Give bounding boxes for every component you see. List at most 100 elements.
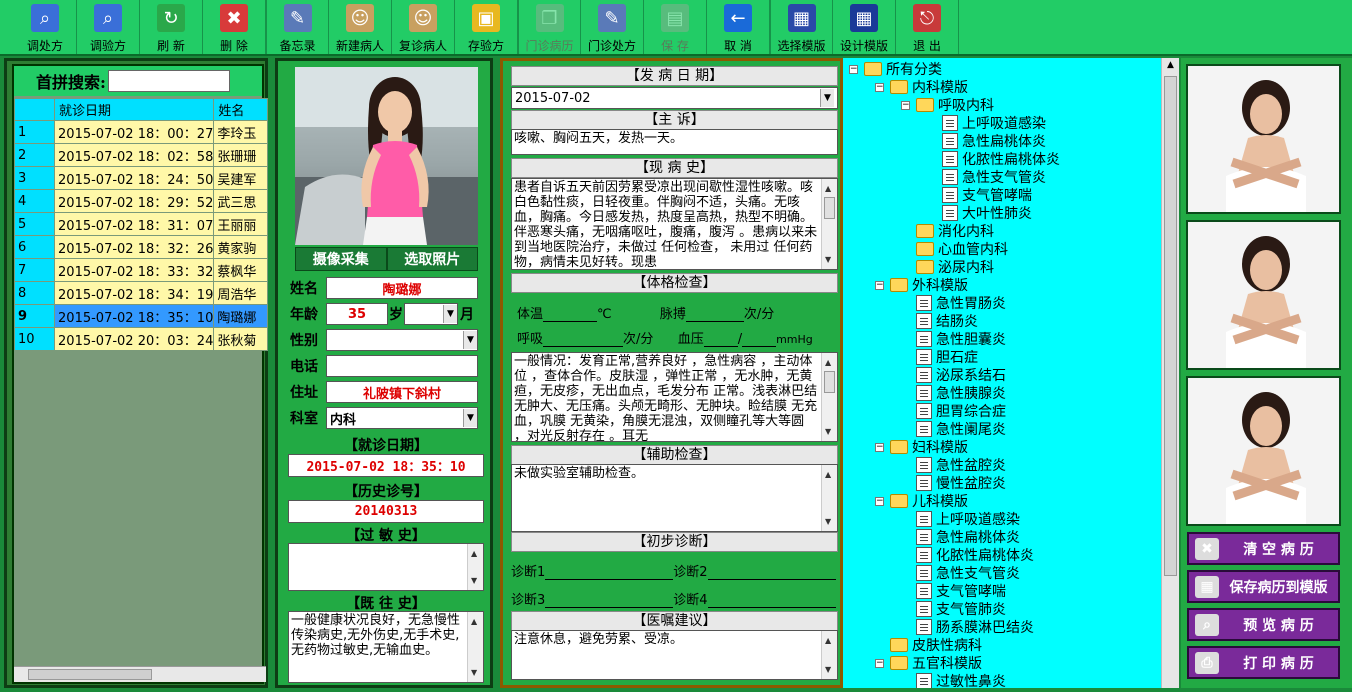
tree-node[interactable]: 急性胆囊炎 bbox=[901, 330, 1006, 348]
tree-node[interactable]: 急性阑尾炎 bbox=[901, 420, 1006, 438]
search-input[interactable] bbox=[107, 70, 230, 92]
tree-node[interactable]: − 外科模版 bbox=[875, 276, 968, 294]
action-button-2[interactable]: ⌕ 预 览 病 历 bbox=[1187, 608, 1340, 641]
vertical-scrollbar[interactable]: ▲ ▼ bbox=[821, 353, 837, 441]
diagnosis-1-field[interactable] bbox=[545, 568, 674, 580]
present-illness-textarea[interactable]: 患者自诉五天前因劳累受凉出现间歇性湿性咳嗽。咳白色黏性痰，日轻夜重。伴胸闷不适，… bbox=[511, 178, 838, 270]
vertical-scrollbar[interactable]: ▲ ▼ bbox=[821, 631, 837, 679]
collapse-icon[interactable]: − bbox=[875, 658, 884, 668]
tree-node[interactable]: 皮肤性病科 bbox=[875, 636, 982, 654]
collapse-icon[interactable]: − bbox=[901, 100, 910, 110]
physical-exam-textarea[interactable]: 一般情况：发育正常,营养良好 ，急性病容 ，主动体位 ，查体合作。皮肤湿 ，弹性… bbox=[511, 352, 838, 442]
tree-node[interactable]: 急性支气管炎 bbox=[927, 168, 1046, 186]
tree-node[interactable]: 支气管肺炎 bbox=[901, 600, 1006, 618]
vertical-scrollbar[interactable]: ▲ bbox=[1161, 58, 1179, 688]
toolbar-button-10[interactable]: ▤ 保 存 bbox=[644, 0, 707, 54]
dept-select[interactable]: 内科 ▼ bbox=[326, 407, 478, 429]
diagnosis-4-field[interactable] bbox=[707, 596, 836, 608]
tree-node[interactable]: − 五官科模版 bbox=[875, 654, 982, 672]
tree-node[interactable]: 急性盆腔炎 bbox=[901, 456, 1006, 474]
toolbar-button-11[interactable]: ← 取 消 bbox=[707, 0, 770, 54]
tree-node[interactable]: 急性胃肠炎 bbox=[901, 294, 1006, 312]
tree-node[interactable]: 过敏性鼻炎 bbox=[901, 672, 1006, 688]
toolbar-button-7[interactable]: ▣ 存验方 bbox=[455, 0, 518, 54]
tree-node[interactable]: 化脓性扁桃体炎 bbox=[901, 546, 1034, 564]
template-thumbnail[interactable] bbox=[1186, 220, 1341, 370]
tree-node[interactable]: 急性胰腺炎 bbox=[901, 384, 1006, 402]
tree-node[interactable]: 上呼吸道感染 bbox=[927, 114, 1046, 132]
past-history-textarea[interactable]: 一般健康状况良好，无急慢性传染病史,无外伤史,无手术史,无药物过敏史,无输血史。… bbox=[288, 611, 484, 683]
auxiliary-exam-textarea[interactable]: 未做实验室辅助检查。 ▲ ▼ bbox=[511, 464, 838, 532]
tree-node[interactable]: 急性扁桃体炎 bbox=[927, 132, 1046, 150]
temp-field[interactable] bbox=[543, 310, 598, 322]
tree-node[interactable]: 慢性盆腔炎 bbox=[901, 474, 1006, 492]
table-row[interactable]: 9 2015-07-02 18：35：10 陶璐娜 bbox=[13, 304, 268, 328]
tree-node[interactable]: 胆胃综合症 bbox=[901, 402, 1006, 420]
toolbar-button-3[interactable]: ✖ 删 除 bbox=[203, 0, 266, 54]
table-row[interactable]: 3 2015-07-02 18：24：50 吴建军 bbox=[13, 166, 268, 190]
col-name-header[interactable]: 姓名 bbox=[213, 98, 268, 121]
toolbar-button-14[interactable]: ⎋ 退 出 bbox=[896, 0, 959, 54]
collapse-icon[interactable]: − bbox=[875, 82, 884, 92]
table-row[interactable]: 7 2015-07-02 18：33：32 蔡枫华 bbox=[13, 258, 268, 282]
diagnosis-2-field[interactable] bbox=[707, 568, 836, 580]
table-row[interactable]: 10 2015-07-02 20：03：24 张秋菊 bbox=[13, 327, 268, 351]
vertical-scrollbar[interactable]: ▲ ▼ bbox=[821, 465, 837, 531]
toolbar-button-5[interactable]: ☺ 新建病人 bbox=[329, 0, 392, 54]
tree-node[interactable]: 泌尿系结石 bbox=[901, 366, 1006, 384]
toolbar-button-1[interactable]: ⌕ 调验方 bbox=[77, 0, 140, 54]
tree-node[interactable]: 大叶性肺炎 bbox=[927, 204, 1032, 222]
toolbar-button-6[interactable]: ☺ 复诊病人 bbox=[392, 0, 455, 54]
toolbar-button-0[interactable]: ⌕ 调处方 bbox=[14, 0, 77, 54]
table-row[interactable]: 2 2015-07-02 18：02：58 张珊珊 bbox=[13, 143, 268, 167]
sex-select[interactable]: ▼ bbox=[326, 329, 478, 351]
toolbar-button-2[interactable]: ↻ 刷 新 bbox=[140, 0, 203, 54]
action-button-3[interactable]: ⎙ 打 印 病 历 bbox=[1187, 646, 1340, 679]
age-field[interactable]: 35 bbox=[326, 303, 388, 325]
collapse-icon[interactable]: − bbox=[875, 280, 884, 290]
bp-diastolic-field[interactable] bbox=[742, 335, 777, 347]
horizontal-scrollbar[interactable] bbox=[14, 666, 266, 682]
address-field[interactable]: 礼陂镇下斜村 bbox=[326, 381, 478, 403]
tree-node[interactable]: − 所有分类 bbox=[849, 60, 942, 78]
table-row[interactable]: 4 2015-07-02 18：29：52 武三思 bbox=[13, 189, 268, 213]
collapse-icon[interactable]: − bbox=[875, 442, 884, 452]
tree-node[interactable]: − 呼吸内科 bbox=[901, 96, 994, 114]
table-row[interactable]: 8 2015-07-02 18：34：19 周浩华 bbox=[13, 281, 268, 305]
resp-field[interactable] bbox=[543, 335, 624, 347]
toolbar-button-12[interactable]: ▦ 选择模版 bbox=[770, 0, 833, 54]
onset-date-select[interactable]: 2015-07-02 ▼ bbox=[511, 87, 838, 109]
tree-node[interactable]: 胆石症 bbox=[901, 348, 978, 366]
table-row[interactable]: 5 2015-07-02 18：31：07 王丽丽 bbox=[13, 212, 268, 236]
template-thumbnail[interactable] bbox=[1186, 64, 1341, 214]
table-row[interactable]: 1 2015-07-02 18：00：27 李玲玉 bbox=[13, 120, 268, 144]
camera-capture-button[interactable]: 摄像采集 bbox=[295, 247, 387, 271]
tree-node[interactable]: − 儿科模版 bbox=[875, 492, 968, 510]
toolbar-button-8[interactable]: ❐ 门诊病历 bbox=[518, 0, 581, 54]
collapse-icon[interactable]: − bbox=[849, 64, 858, 74]
phone-field[interactable] bbox=[326, 355, 478, 377]
tree-node[interactable]: 支气管哮喘 bbox=[901, 582, 1006, 600]
toolbar-button-9[interactable]: ✎ 门诊处方 bbox=[581, 0, 644, 54]
tree-node[interactable]: 泌尿内科 bbox=[901, 258, 994, 276]
tree-node[interactable]: 急性支气管炎 bbox=[901, 564, 1020, 582]
template-thumbnail[interactable] bbox=[1186, 376, 1341, 526]
tree-node[interactable]: 上呼吸道感染 bbox=[901, 510, 1020, 528]
history-no-field[interactable]: 20140313 bbox=[288, 500, 484, 523]
tree-node[interactable]: 肠系膜淋巴结炎 bbox=[901, 618, 1034, 636]
select-photo-button[interactable]: 选取照片 bbox=[386, 247, 478, 271]
tree-node[interactable]: 化脓性扁桃体炎 bbox=[927, 150, 1060, 168]
diagnosis-3-field[interactable] bbox=[545, 596, 674, 608]
tree-node[interactable]: 急性扁桃体炎 bbox=[901, 528, 1020, 546]
pulse-field[interactable] bbox=[685, 310, 744, 322]
toolbar-button-4[interactable]: ✎ 备忘录 bbox=[266, 0, 329, 54]
vertical-scrollbar[interactable]: ▲ ▼ bbox=[821, 179, 837, 269]
vertical-scrollbar[interactable]: ▲ ▼ bbox=[467, 612, 483, 682]
bp-systolic-field[interactable] bbox=[703, 335, 738, 347]
col-date-header[interactable]: 就诊日期 bbox=[54, 98, 215, 121]
advice-textarea[interactable]: 注意休息，避免劳累、受凉。 ▲ ▼ bbox=[511, 630, 838, 680]
collapse-icon[interactable]: − bbox=[875, 496, 884, 506]
name-field[interactable]: 陶璐娜 bbox=[326, 277, 478, 299]
tree-node[interactable]: 支气管哮喘 bbox=[927, 186, 1032, 204]
tree-node[interactable]: − 内科模版 bbox=[875, 78, 968, 96]
